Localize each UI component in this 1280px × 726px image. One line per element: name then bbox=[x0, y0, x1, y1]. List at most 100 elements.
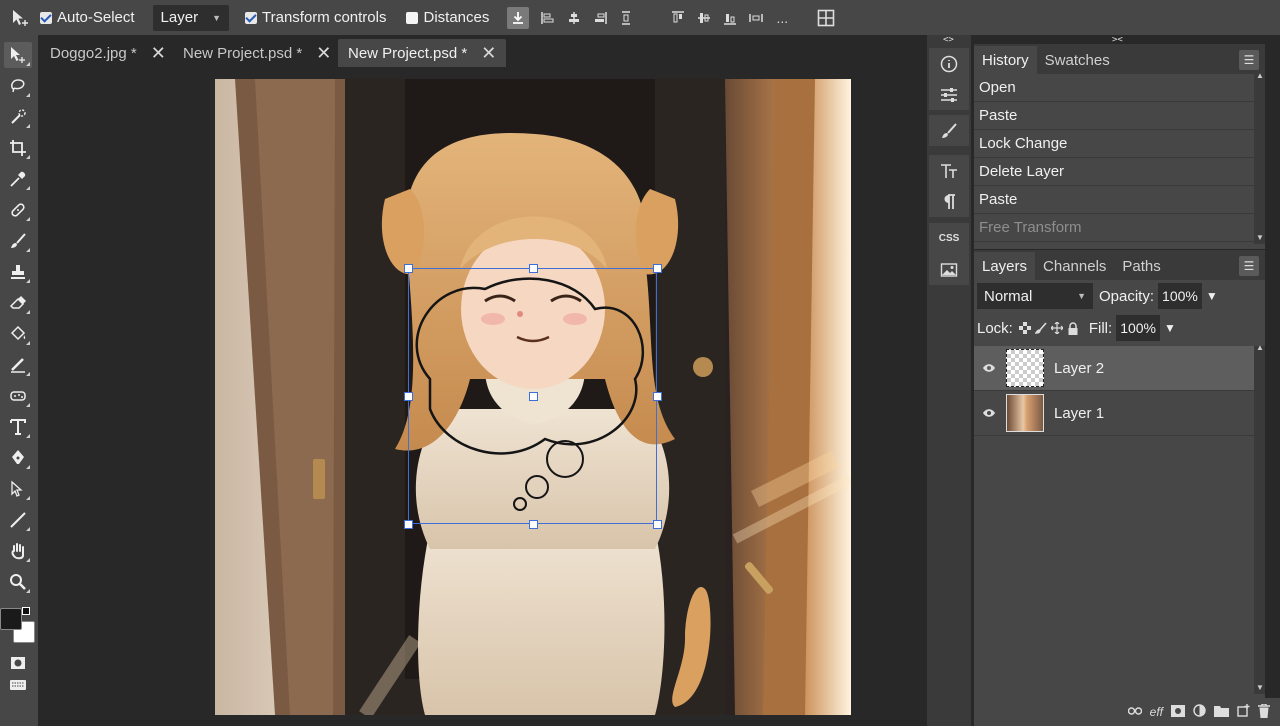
tab-new-project-1[interactable]: New Project.psd * ✕ bbox=[173, 39, 341, 67]
blend-mode-select[interactable]: Normal ▼ bbox=[977, 283, 1093, 309]
layer-row-layer-2[interactable]: Layer 2 bbox=[974, 346, 1254, 391]
transform-controls-checkbox[interactable] bbox=[245, 11, 257, 24]
lock-pixels-icon[interactable] bbox=[1034, 322, 1047, 334]
opacity-dropdown-icon[interactable]: ▼ bbox=[1206, 289, 1218, 303]
layers-scrollbar[interactable]: ▲ ▼ bbox=[1254, 343, 1265, 694]
collapse-panels-left[interactable]: <> bbox=[943, 35, 954, 45]
keyboard-button[interactable] bbox=[4, 672, 32, 698]
tab-history[interactable]: History bbox=[974, 46, 1037, 74]
more-options-button[interactable]: ... bbox=[771, 7, 793, 29]
align-middle-icon[interactable] bbox=[693, 7, 715, 29]
tab-channels[interactable]: Channels bbox=[1035, 252, 1114, 280]
scroll-up-icon[interactable]: ▲ bbox=[1256, 343, 1264, 352]
history-scrollbar[interactable]: ▲ ▼ bbox=[1254, 71, 1265, 244]
move-tool-button[interactable] bbox=[4, 42, 32, 68]
layer-effects-icon[interactable]: eff bbox=[1150, 705, 1163, 719]
history-item-current[interactable]: Free Transform bbox=[974, 214, 1254, 242]
foreground-color-swatch[interactable] bbox=[0, 608, 22, 630]
align-center-h-icon[interactable] bbox=[563, 7, 585, 29]
css-icon[interactable]: CSS bbox=[929, 223, 969, 254]
history-item[interactable]: Paste bbox=[974, 186, 1254, 214]
close-icon[interactable]: ✕ bbox=[151, 43, 166, 64]
distances-toggle[interactable]: Distances bbox=[406, 0, 489, 35]
sponge-tool-button[interactable] bbox=[4, 383, 32, 409]
smudge-tool-button[interactable] bbox=[4, 352, 32, 378]
line-tool-button[interactable] bbox=[4, 507, 32, 533]
transform-controls-toggle[interactable]: Transform controls bbox=[245, 0, 386, 35]
layer-name[interactable]: Layer 2 bbox=[1054, 360, 1104, 377]
auto-select-checkbox[interactable] bbox=[40, 11, 52, 24]
brush-tool-button[interactable] bbox=[4, 228, 32, 254]
download-icon[interactable] bbox=[507, 6, 530, 29]
history-panel: History Swatches ☰ Open Paste Lock Chang… bbox=[974, 44, 1265, 249]
scroll-down-icon[interactable]: ▼ bbox=[1256, 683, 1264, 692]
fill-label: Fill: bbox=[1088, 319, 1113, 337]
hamburger-menu-icon[interactable]: ☰ bbox=[1239, 50, 1259, 70]
new-group-icon[interactable] bbox=[1214, 705, 1229, 720]
fill-input[interactable]: 100% bbox=[1116, 315, 1160, 341]
healing-brush-tool-button[interactable] bbox=[4, 197, 32, 223]
eye-icon[interactable] bbox=[974, 406, 1004, 421]
lock-transparency-icon[interactable] bbox=[1018, 322, 1031, 334]
auto-select-toggle[interactable]: Auto-Select bbox=[40, 0, 135, 35]
adjustment-layer-icon[interactable] bbox=[1193, 704, 1206, 720]
pen-tool-button[interactable] bbox=[4, 445, 32, 471]
distribute-v-icon[interactable] bbox=[745, 7, 767, 29]
tab-paths[interactable]: Paths bbox=[1114, 252, 1168, 280]
grid-layout-icon[interactable] bbox=[815, 7, 837, 29]
history-item[interactable]: Lock Change bbox=[974, 130, 1254, 158]
path-select-tool-button[interactable] bbox=[4, 476, 32, 502]
distances-checkbox[interactable] bbox=[406, 11, 419, 24]
history-item[interactable]: Open bbox=[974, 74, 1254, 102]
character-icon[interactable] bbox=[929, 155, 969, 186]
history-item[interactable]: Paste bbox=[974, 102, 1254, 130]
brush-settings-icon[interactable] bbox=[929, 115, 969, 146]
align-top-icon[interactable] bbox=[667, 7, 689, 29]
distribute-h-icon[interactable] bbox=[615, 7, 637, 29]
opacity-input[interactable]: 100% bbox=[1158, 283, 1202, 309]
paint-bucket-tool-button[interactable] bbox=[4, 321, 32, 347]
tab-swatches[interactable]: Swatches bbox=[1037, 46, 1118, 74]
eraser-tool-button[interactable] bbox=[4, 290, 32, 316]
close-icon[interactable]: ✕ bbox=[481, 43, 496, 64]
scroll-up-icon[interactable]: ▲ bbox=[1256, 71, 1264, 80]
eyedropper-tool-button[interactable] bbox=[4, 166, 32, 192]
move-cursor-icon bbox=[13, 9, 28, 26]
crop-tool-button[interactable] bbox=[4, 135, 32, 161]
paragraph-icon[interactable] bbox=[929, 186, 969, 217]
new-layer-icon[interactable] bbox=[1237, 704, 1250, 720]
layer-row-layer-1[interactable]: Layer 1 bbox=[974, 391, 1254, 436]
zoom-tool-button[interactable] bbox=[4, 569, 32, 595]
lock-position-icon[interactable] bbox=[1050, 322, 1063, 334]
close-icon[interactable]: ✕ bbox=[316, 43, 331, 64]
tab-new-project-2[interactable]: New Project.psd * ✕ bbox=[338, 39, 507, 67]
layer-name[interactable]: Layer 1 bbox=[1054, 405, 1104, 422]
link-layers-icon[interactable] bbox=[1127, 705, 1142, 719]
tab-doggo2[interactable]: Doggo2.jpg * ✕ bbox=[40, 39, 176, 67]
trash-icon[interactable] bbox=[1258, 702, 1270, 721]
lasso-tool-button[interactable] bbox=[4, 73, 32, 99]
quick-select-tool-button[interactable] bbox=[4, 104, 32, 130]
eye-icon[interactable] bbox=[974, 361, 1004, 376]
clone-stamp-tool-button[interactable] bbox=[4, 259, 32, 285]
layer-group-select[interactable]: Layer ▼ bbox=[152, 4, 229, 31]
align-left-icon[interactable] bbox=[537, 7, 559, 29]
adjustments-icon[interactable] bbox=[929, 79, 969, 110]
scroll-down-icon[interactable]: ▼ bbox=[1256, 233, 1264, 242]
add-mask-icon[interactable] bbox=[1171, 704, 1185, 720]
tab-layers[interactable]: Layers bbox=[974, 252, 1036, 280]
lock-all-icon[interactable] bbox=[1067, 321, 1079, 335]
default-colors-icon[interactable] bbox=[22, 607, 30, 615]
history-item[interactable]: Delete Layer bbox=[974, 158, 1254, 186]
hamburger-menu-icon[interactable]: ☰ bbox=[1239, 256, 1259, 276]
canvas-artwork[interactable] bbox=[215, 79, 851, 715]
fill-dropdown-icon[interactable]: ▼ bbox=[1164, 321, 1176, 335]
image-icon[interactable] bbox=[929, 254, 969, 285]
hand-tool-button[interactable] bbox=[4, 538, 32, 564]
align-bottom-icon[interactable] bbox=[719, 7, 741, 29]
align-right-icon[interactable] bbox=[589, 7, 611, 29]
info-icon[interactable] bbox=[929, 48, 969, 79]
canvas-workspace[interactable] bbox=[38, 69, 926, 726]
move-tool-indicator[interactable] bbox=[10, 0, 30, 35]
type-tool-button[interactable] bbox=[4, 414, 32, 440]
